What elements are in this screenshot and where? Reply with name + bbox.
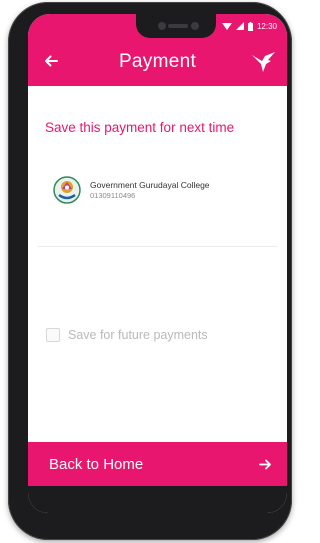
phone-screen: 12:30 Payment Save this payment for next… <box>28 14 287 513</box>
sensor-icon <box>191 22 199 30</box>
save-payment-heading: Save this payment for next time <box>45 120 235 135</box>
payee-account-number: 01309110496 <box>90 190 136 200</box>
college-logo-icon <box>53 176 81 204</box>
divider <box>38 246 277 247</box>
battery-icon <box>247 21 253 31</box>
forward-arrow-icon <box>259 459 271 470</box>
back-to-home-label: Back to Home <box>49 455 144 473</box>
speaker-icon <box>168 24 188 28</box>
back-arrow-icon[interactable] <box>42 52 60 70</box>
status-time: 12:30 <box>256 21 277 31</box>
saved-payee-item[interactable]: Government Gurudayal College 01309110496 <box>52 172 262 208</box>
save-future-payments-option[interactable]: Save for future payments <box>46 328 208 342</box>
phone-frame: 12:30 Payment Save this payment for next… <box>8 2 292 540</box>
phone-bottom-bezel <box>28 486 287 513</box>
payee-name: Government Gurudayal College <box>90 179 210 190</box>
bird-icon[interactable] <box>249 48 277 76</box>
camera-notch <box>136 14 216 38</box>
back-to-home-button[interactable]: Back to Home <box>28 442 287 486</box>
save-future-checkbox[interactable] <box>46 328 60 342</box>
status-bar: 12:30 <box>221 20 277 32</box>
wifi-icon <box>221 23 232 30</box>
camera-icon <box>158 22 166 30</box>
payee-text: Government Gurudayal College 01309110496 <box>90 180 210 201</box>
title-row: Payment <box>28 48 287 76</box>
save-future-label: Save for future payments <box>68 328 208 342</box>
signal-icon <box>235 22 244 30</box>
